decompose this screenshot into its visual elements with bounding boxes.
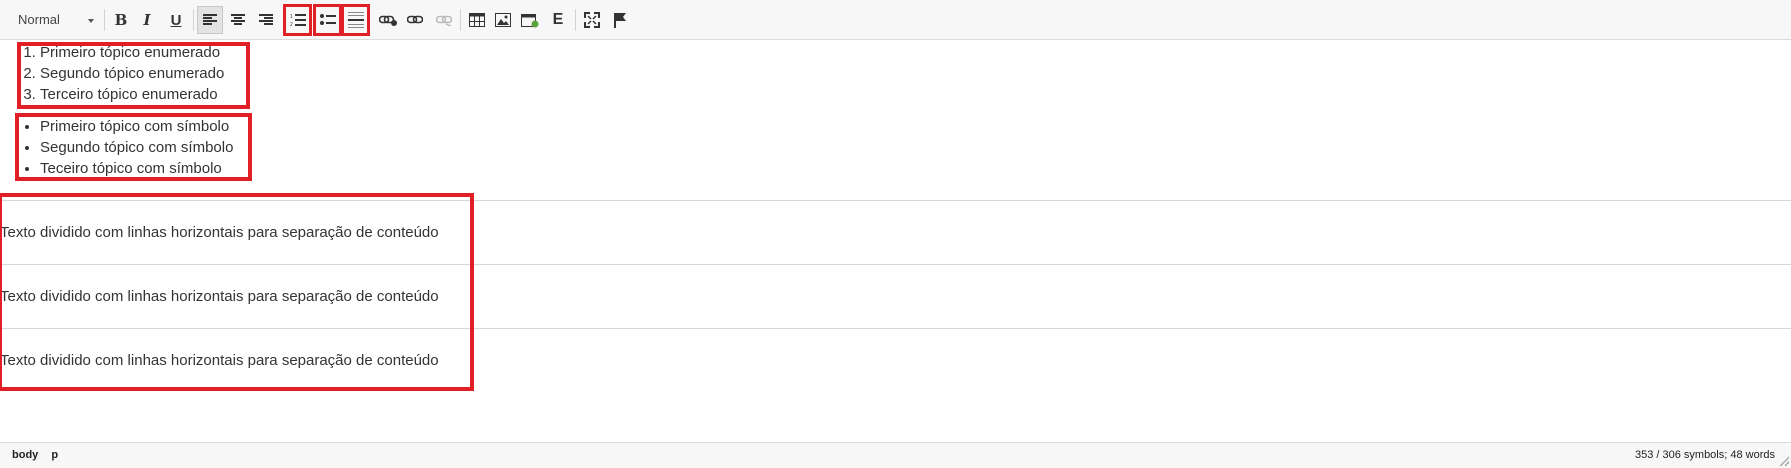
horizontal-rule [0,264,1791,265]
flag-button[interactable] [607,6,633,34]
chevron-down-icon [88,19,94,23]
format-select[interactable]: Normal [10,8,98,32]
list-item: Segundo tópico com símbolo [40,137,233,158]
underline-icon: U [170,11,182,29]
underline-button[interactable]: U [163,6,189,34]
path-item-p[interactable]: p [51,449,58,461]
image-icon [495,13,511,27]
paragraph: Texto dividido com linhas horizontais pa… [0,352,439,369]
fullscreen-icon [584,12,600,28]
media-icon [521,14,539,28]
list-item: Primeiro tópico com símbolo [40,116,233,137]
insert-image-button[interactable] [490,6,516,34]
align-center-icon [231,14,245,25]
svg-text:2: 2 [290,22,293,27]
insert-media-button[interactable] [517,6,543,34]
align-center-button[interactable] [225,6,251,34]
bullet-list-icon [319,14,336,25]
insert-link-button[interactable] [375,6,401,34]
numbered-list: Primeiro tópico enumerado Segundo tópico… [24,42,224,105]
italic-icon: I [143,11,151,29]
list-item: Teceiro tópico com símbolo [40,158,233,179]
paragraph: Texto dividido com linhas horizontais pa… [0,224,439,241]
show-blocks-button[interactable]: E [545,6,571,34]
toolbar-separator [193,9,194,31]
align-right-icon [259,14,273,25]
toolbar-separator [575,9,576,31]
numbered-list-button[interactable]: 12 [283,4,312,36]
link-button[interactable] [402,6,428,34]
list-item: Segundo tópico enumerado [40,63,224,84]
unlink-button[interactable] [431,6,457,34]
resize-handle[interactable] [1779,456,1789,466]
link-icon [407,15,423,24]
add-link-icon [379,15,397,26]
horizontal-line-button[interactable] [341,4,370,36]
align-left-icon [203,14,217,25]
show-blocks-icon: E [552,11,564,28]
editor-toolbar: Normal B I U 12 E [0,0,1791,40]
align-right-button[interactable] [253,6,279,34]
italic-button[interactable]: I [134,6,160,34]
bullet-list: Primeiro tópico com símbolo Segundo tópi… [24,116,233,179]
toolbar-separator [104,9,105,31]
toolbar-separator [460,9,461,31]
element-path: body p [12,449,68,461]
list-item: Terceiro tópico enumerado [40,84,224,105]
format-select-value: Normal [18,12,60,27]
horizontal-rule [0,200,1791,201]
bullet-list-button[interactable] [313,4,342,36]
table-icon [469,13,485,27]
word-count: 353 / 306 symbols; 48 words [1634,449,1775,461]
paragraph: Texto dividido com linhas horizontais pa… [0,288,439,305]
insert-table-button[interactable] [464,6,490,34]
align-left-button[interactable] [197,6,223,34]
horizontal-rule [0,328,1791,329]
svg-text:1: 1 [290,14,293,20]
editor-content[interactable]: Primeiro tópico enumerado Segundo tópico… [0,40,1791,442]
numbered-list-icon: 12 [290,14,306,27]
bold-icon: B [114,11,128,29]
status-bar: body p 353 / 306 symbols; 48 words [0,442,1791,468]
unlink-icon [436,15,452,26]
fullscreen-button[interactable] [579,6,605,34]
path-item-body[interactable]: body [12,449,38,461]
horizontal-rule-icon [347,12,364,28]
flag-icon [614,13,626,28]
bold-button[interactable]: B [108,6,134,34]
list-item: Primeiro tópico enumerado [40,42,224,63]
